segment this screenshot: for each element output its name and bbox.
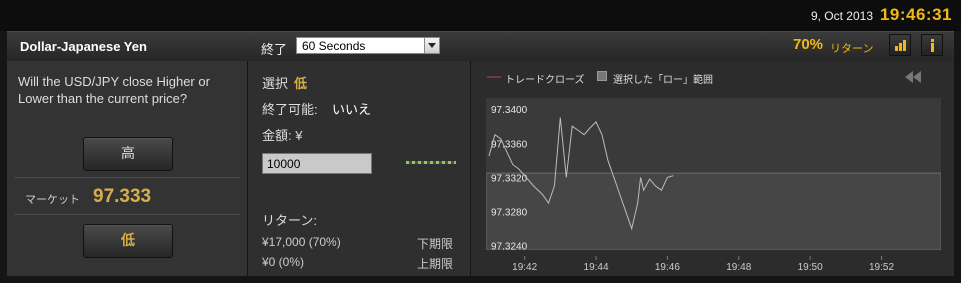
info-button[interactable] — [921, 34, 943, 56]
return-row-label: 下期限 — [417, 237, 454, 251]
return-row-label: 上期限 — [417, 257, 454, 271]
asset-header: Dollar-Japanese Yen 終了 60 Seconds 70% リタ… — [7, 31, 954, 62]
market-price: 97.333 — [93, 186, 152, 207]
closeable-label: 終了可能: — [262, 102, 318, 117]
expiry-select-value: 60 Seconds — [302, 39, 366, 53]
low-button[interactable]: 低 — [83, 224, 173, 258]
expiry-select[interactable]: 60 Seconds — [296, 37, 440, 54]
order-panel: 選択 低 終了可能: いいえ 金額: ¥ 10000 リターン: ¥17,000… — [248, 61, 470, 276]
asset-name: Dollar-Japanese Yen — [20, 39, 147, 54]
y-tick-label: 97.3280 — [491, 208, 528, 219]
x-tick-label: 19:46 — [655, 262, 680, 273]
x-tick-label: 19:50 — [798, 262, 823, 273]
trade-close-legend-swatch — [487, 76, 501, 78]
amount-input[interactable]: 10000 — [262, 153, 372, 174]
return-row-value: ¥17,000 (70%) — [262, 235, 341, 249]
x-tick-label: 19:44 — [584, 262, 609, 273]
amount-indicator — [406, 161, 456, 164]
y-tick-label: 97.3360 — [491, 139, 528, 150]
price-chart-panel: トレードクローズ 選択した「ロー」範囲 97.3400 97.3360 97.332… — [471, 61, 954, 276]
return-label: リターン — [830, 43, 874, 55]
return-title: リターン: — [262, 213, 317, 228]
chevron-down-icon[interactable] — [424, 38, 439, 53]
price-line-chart: 97.3400 97.3360 97.3320 97.3280 97.3240 — [485, 105, 942, 253]
info-icon — [931, 39, 934, 52]
return-row-value: ¥0 (0%) — [262, 255, 305, 269]
signal-bars-button[interactable] — [889, 34, 911, 56]
return-percent: 70% — [793, 36, 824, 53]
x-axis: 19:42 19:44 19:46 19:48 19:50 19:52 — [512, 256, 894, 273]
y-tick-label: 97.3400 — [491, 105, 528, 116]
chart-plot-area: 97.3400 97.3360 97.3320 97.3280 97.3240 — [485, 98, 942, 253]
selection-value: 低 — [294, 76, 308, 91]
market-label: マーケット — [25, 194, 80, 206]
amount-label: 金額: ¥ — [262, 128, 303, 143]
top-bar: 9, Oct 2013 19:46:31 — [0, 0, 961, 31]
expiry-label: 終了 — [261, 42, 288, 57]
clock-label: 19:46:31 — [879, 5, 952, 24]
legend-low-range: 選択した「ロー」範囲 — [613, 75, 713, 86]
x-tick-label: 19:48 — [726, 262, 751, 273]
date-label: 9, Oct 2013 — [810, 9, 873, 23]
legend-trade-close: トレードクローズ — [505, 75, 585, 86]
x-tick-label: 19:42 — [512, 262, 537, 273]
high-button[interactable]: 高 — [83, 137, 173, 171]
signal-bars-icon — [895, 40, 906, 51]
closeable-value: いいえ — [332, 102, 372, 117]
divider — [14, 214, 240, 215]
y-tick-label: 97.3320 — [491, 173, 528, 184]
trade-direction-panel: Will the USD/JPY close Higher or Lower t… — [7, 61, 247, 276]
divider — [14, 177, 240, 178]
low-range-legend-swatch — [597, 71, 607, 81]
x-tick-label: 19:52 — [869, 262, 894, 273]
trade-question: Will the USD/JPY close Higher or Lower t… — [18, 74, 210, 106]
selection-label: 選択 — [262, 76, 289, 91]
y-tick-label: 97.3240 — [491, 242, 528, 250]
rewind-icon[interactable] — [903, 70, 923, 84]
